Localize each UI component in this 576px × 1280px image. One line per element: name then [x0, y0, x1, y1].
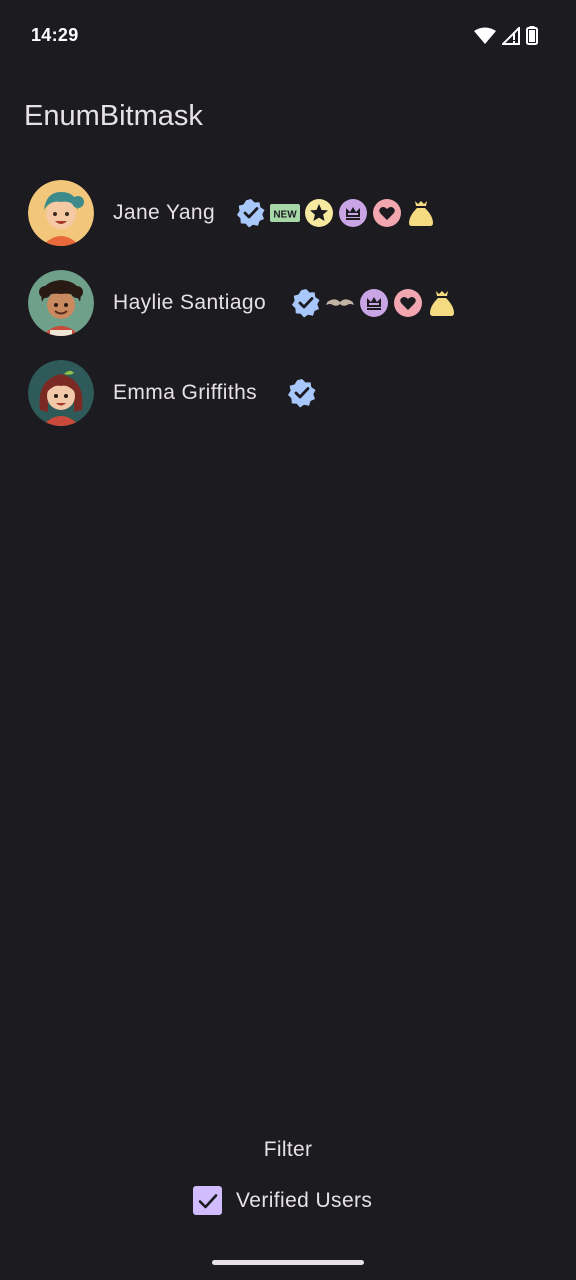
- new-icon: NEW: [270, 198, 300, 228]
- filter-title: Filter: [263, 1138, 313, 1161]
- svg-text:NEW: NEW: [273, 210, 297, 221]
- badge-list: NEW: [236, 198, 436, 228]
- badge-list: [287, 378, 317, 408]
- signal-icon: [500, 25, 520, 50]
- wifi-icon: [474, 27, 496, 50]
- money-bag-icon: [406, 198, 436, 228]
- check-icon: [198, 1193, 217, 1208]
- money-bag-icon: [427, 288, 457, 318]
- crown-icon: [338, 198, 368, 228]
- badge-list: [291, 288, 457, 318]
- verified-icon: [236, 198, 266, 228]
- avatar: [28, 360, 94, 426]
- avatar: [28, 270, 94, 336]
- verified-users-checkbox[interactable]: [193, 1186, 222, 1215]
- status-time: 14:29: [31, 25, 79, 45]
- user-name: Haylie Santiago: [113, 291, 267, 314]
- user-list: Jane Yang NEW Haylie Santiago Emma Griff…: [0, 168, 576, 438]
- status-icons: [474, 25, 538, 50]
- mustache-icon: [325, 288, 355, 318]
- heart-icon: [372, 198, 402, 228]
- status-bar: 14:29: [0, 0, 576, 72]
- battery-icon: [526, 26, 538, 50]
- user-row[interactable]: Jane Yang NEW: [0, 168, 576, 258]
- verified-users-label: Verified Users: [236, 1188, 373, 1212]
- heart-icon: [393, 288, 423, 318]
- user-name: Emma Griffiths: [113, 381, 258, 404]
- star-icon: [304, 198, 334, 228]
- app-title: EnumBitmask: [24, 100, 203, 132]
- user-row[interactable]: Emma Griffiths: [0, 348, 576, 438]
- verified-users-filter[interactable]: Verified Users: [193, 1186, 372, 1215]
- crown-icon: [359, 288, 389, 318]
- verified-icon: [291, 288, 321, 318]
- user-row[interactable]: Haylie Santiago: [0, 258, 576, 348]
- user-name: Jane Yang: [113, 201, 216, 224]
- avatar: [28, 180, 94, 246]
- gesture-nav-handle[interactable]: [212, 1260, 364, 1265]
- verified-icon: [287, 378, 317, 408]
